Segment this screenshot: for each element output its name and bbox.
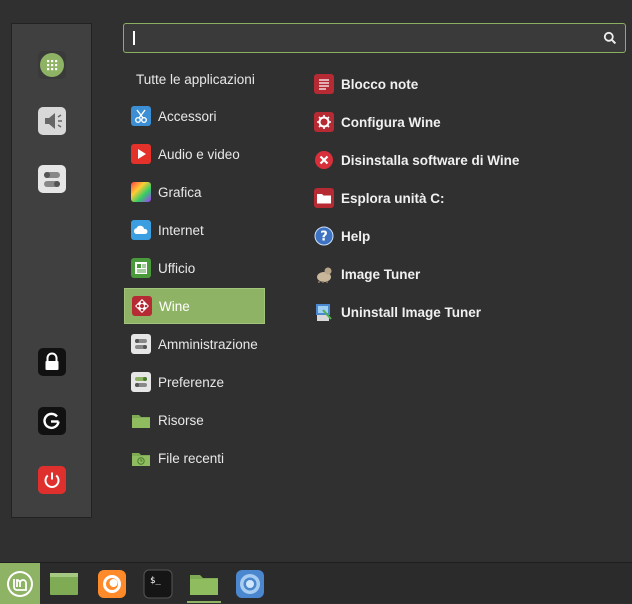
category-wine[interactable]: Wine bbox=[124, 288, 265, 324]
lock-screen-button[interactable] bbox=[36, 346, 68, 378]
settings-toggle-icon bbox=[131, 372, 151, 392]
chromium-button[interactable] bbox=[231, 563, 269, 604]
uninstall-icon bbox=[314, 150, 334, 170]
scissors-icon bbox=[131, 106, 151, 126]
sound-settings-button[interactable] bbox=[36, 105, 68, 137]
category-ufficio[interactable]: Ufficio bbox=[124, 251, 265, 285]
logout-icon bbox=[38, 407, 66, 435]
svg-text:?: ? bbox=[320, 230, 328, 245]
menu-button[interactable] bbox=[0, 563, 40, 604]
favorites-sidebar bbox=[11, 23, 92, 518]
system-settings-button[interactable] bbox=[36, 163, 68, 195]
svg-text:$_: $_ bbox=[150, 576, 161, 586]
firefox-icon bbox=[98, 569, 126, 598]
terminal-icon: $_ bbox=[143, 569, 173, 598]
category-risorse[interactable]: Risorse bbox=[124, 403, 265, 437]
category-all-applications[interactable]: Tutte le applicazioni bbox=[136, 72, 255, 87]
start-menu: Tutte le applicazioni Accessori Audio e … bbox=[0, 0, 632, 562]
category-label: Grafica bbox=[158, 184, 202, 200]
taskbar: $_ bbox=[0, 562, 632, 604]
category-label: Amministrazione bbox=[158, 336, 258, 352]
category-internet[interactable]: Internet bbox=[124, 213, 265, 247]
folder-icon bbox=[131, 410, 151, 430]
search-icon[interactable] bbox=[603, 31, 617, 45]
app-label: Blocco note bbox=[341, 76, 419, 92]
app-uninstall-image-tuner[interactable]: Uninstall Image Tuner bbox=[314, 297, 481, 327]
app-help[interactable]: ? Help bbox=[314, 221, 370, 251]
category-file-recenti[interactable]: File recenti bbox=[124, 441, 265, 475]
app-image-tuner[interactable]: Image Tuner bbox=[314, 259, 420, 289]
category-label: Audio e video bbox=[158, 146, 240, 162]
category-label: Accessori bbox=[158, 108, 217, 124]
speaker-icon bbox=[38, 107, 66, 135]
category-label: Risorse bbox=[158, 412, 204, 428]
category-grafica[interactable]: Grafica bbox=[124, 175, 265, 209]
files-button[interactable] bbox=[183, 563, 225, 604]
search-input[interactable] bbox=[130, 29, 594, 49]
cloud-icon bbox=[131, 220, 151, 240]
category-label: File recenti bbox=[158, 450, 225, 466]
folder-icon bbox=[190, 574, 218, 595]
show-desktop-button[interactable] bbox=[45, 563, 83, 604]
category-label: Internet bbox=[158, 222, 204, 238]
search-box[interactable] bbox=[123, 23, 626, 53]
play-icon bbox=[131, 144, 151, 164]
category-audio-e-video[interactable]: Audio e video bbox=[124, 137, 265, 171]
app-esplora-unita-c[interactable]: Esplora unità C: bbox=[314, 183, 445, 213]
notepad-icon bbox=[314, 74, 334, 94]
firefox-button[interactable] bbox=[93, 563, 131, 604]
lock-icon bbox=[38, 348, 66, 376]
category-label: Ufficio bbox=[158, 260, 196, 276]
category-preferenze[interactable]: Preferenze bbox=[124, 365, 265, 399]
clock-folder-icon bbox=[131, 448, 151, 468]
app-label: Help bbox=[341, 228, 371, 244]
toggle-icon bbox=[38, 165, 66, 193]
drive-folder-icon bbox=[314, 188, 334, 208]
desktop-icon bbox=[50, 572, 78, 595]
category-label: Preferenze bbox=[158, 374, 225, 390]
mint-logo-icon bbox=[7, 570, 33, 597]
software-manager-button[interactable] bbox=[36, 49, 68, 81]
wine-icon bbox=[132, 296, 152, 316]
help-icon: ? bbox=[314, 226, 334, 246]
app-label: Configura Wine bbox=[341, 114, 441, 130]
uninstall-image-tuner-icon bbox=[314, 302, 334, 322]
browser-icon bbox=[236, 569, 264, 598]
app-disinstalla-software-di-wine[interactable]: Disinstalla software di Wine bbox=[314, 145, 519, 175]
app-label: Disinstalla software di Wine bbox=[341, 152, 520, 168]
category-label: Wine bbox=[159, 298, 190, 314]
palette-icon bbox=[131, 182, 151, 202]
app-configura-wine[interactable]: Configura Wine bbox=[314, 107, 441, 137]
office-icon bbox=[131, 258, 151, 278]
category-amministrazione[interactable]: Amministrazione bbox=[124, 327, 265, 361]
app-label: Esplora unità C: bbox=[341, 190, 445, 206]
toggle-icon bbox=[131, 334, 151, 354]
wine-config-icon bbox=[314, 112, 334, 132]
app-blocco-note[interactable]: Blocco note bbox=[314, 69, 418, 99]
app-label: Uninstall Image Tuner bbox=[341, 304, 482, 320]
grid-icon bbox=[38, 51, 66, 79]
image-tuner-icon bbox=[314, 264, 334, 284]
app-label: Image Tuner bbox=[341, 266, 421, 282]
power-icon bbox=[38, 466, 66, 494]
terminal-button[interactable]: $_ bbox=[139, 563, 177, 604]
category-accessori[interactable]: Accessori bbox=[124, 99, 265, 133]
logout-button[interactable] bbox=[36, 405, 68, 437]
quit-button[interactable] bbox=[36, 464, 68, 496]
